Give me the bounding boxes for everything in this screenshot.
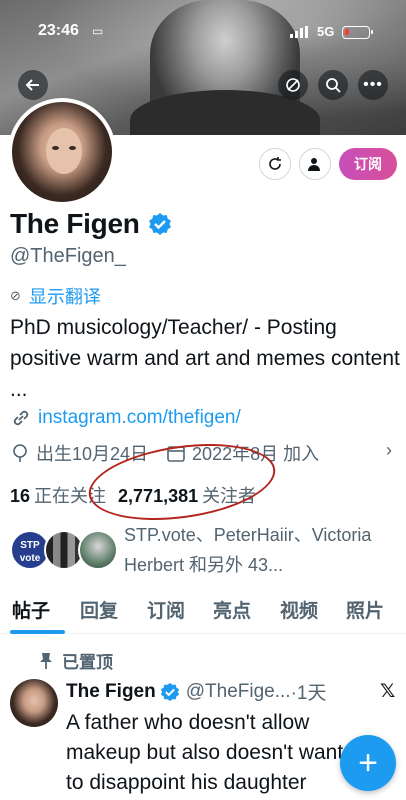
tab-subscriptions[interactable]: 订阅 [147,596,185,623]
bio: PhD musicology/Teacher/ - Posting positi… [10,316,400,401]
profile-avatar[interactable] [8,98,116,206]
name-row: The Figen [10,208,172,240]
post-time: ·1天 [290,683,327,704]
tab-posts[interactable]: 帖子 [12,596,50,623]
follow-button[interactable] [299,148,331,180]
birthday-icon [13,444,27,462]
search-button[interactable] [318,70,348,100]
following-count[interactable]: 16 [10,486,30,507]
back-arrow-icon [26,79,39,91]
back-button[interactable] [18,70,48,100]
verified-badge-icon[interactable] [148,212,172,236]
follower-avatar [78,530,118,570]
more-button[interactable]: ••• [358,70,388,100]
more-icon: ••• [363,76,383,93]
profile-tabs: 帖子 回复 订阅 亮点 视频 照片 [0,596,406,634]
status-time: 23:46 [38,22,79,39]
profile-link[interactable]: instagram.com/thefigen/ [10,407,241,429]
tab-photos[interactable]: 照片 [346,596,384,623]
sleep-icon: ▭ [92,24,104,38]
active-tab-indicator [10,630,65,634]
plus-icon: + [358,743,378,782]
status-bar: 23:46 ▭ 5G [0,0,406,44]
pin-icon [40,652,52,669]
avatar-eye [52,146,59,150]
translate-bio-link[interactable]: ⊘ 显示翻译 [10,283,101,309]
link-icon [13,410,29,426]
verified-badge-icon [160,682,179,701]
profile-link-text: instagram.com/thefigen/ [38,407,241,428]
post-text[interactable]: A father who doesn't allow makeup but al… [66,708,366,798]
translate-icon: ⊘ [10,288,21,303]
subscribe-button[interactable]: 订阅 [339,148,397,180]
refresh-icon [269,157,281,170]
user-icon [308,158,320,171]
repost-icon [286,78,300,92]
display-name: The Figen [10,208,140,239]
grok-button[interactable] [259,148,291,180]
translate-label: 显示翻译 [28,287,101,307]
handle: @TheFigen_ [10,245,126,267]
compose-button[interactable]: + [340,735,396,791]
chevron-right-icon[interactable]: › [386,440,392,461]
post-author-name[interactable]: The Figen [66,681,156,703]
avatar-face [46,128,82,174]
post-author-handle: @TheFige... [185,680,291,702]
pinned-indicator: 已置顶 [38,648,113,673]
followers-you-know-text[interactable]: STP.vote、PeterHaiir、Victoria Herbert 和另外… [124,520,400,580]
pinned-label: 已置顶 [62,653,113,672]
repost-button[interactable] [278,70,308,100]
post-avatar[interactable] [10,679,58,727]
post-header: The Figen @TheFige... ·1天 [66,678,326,705]
tab-highlights[interactable]: 亮点 [213,596,251,623]
battery-icon [342,26,373,39]
avatar-eye [69,146,76,150]
tab-videos[interactable]: 视频 [280,596,318,623]
tab-replies[interactable]: 回复 [80,596,118,623]
search-icon [326,78,341,93]
signal-icon [290,26,308,38]
network-type: 5G [317,24,335,39]
x-logo-icon[interactable]: 𝕏 [380,680,395,703]
